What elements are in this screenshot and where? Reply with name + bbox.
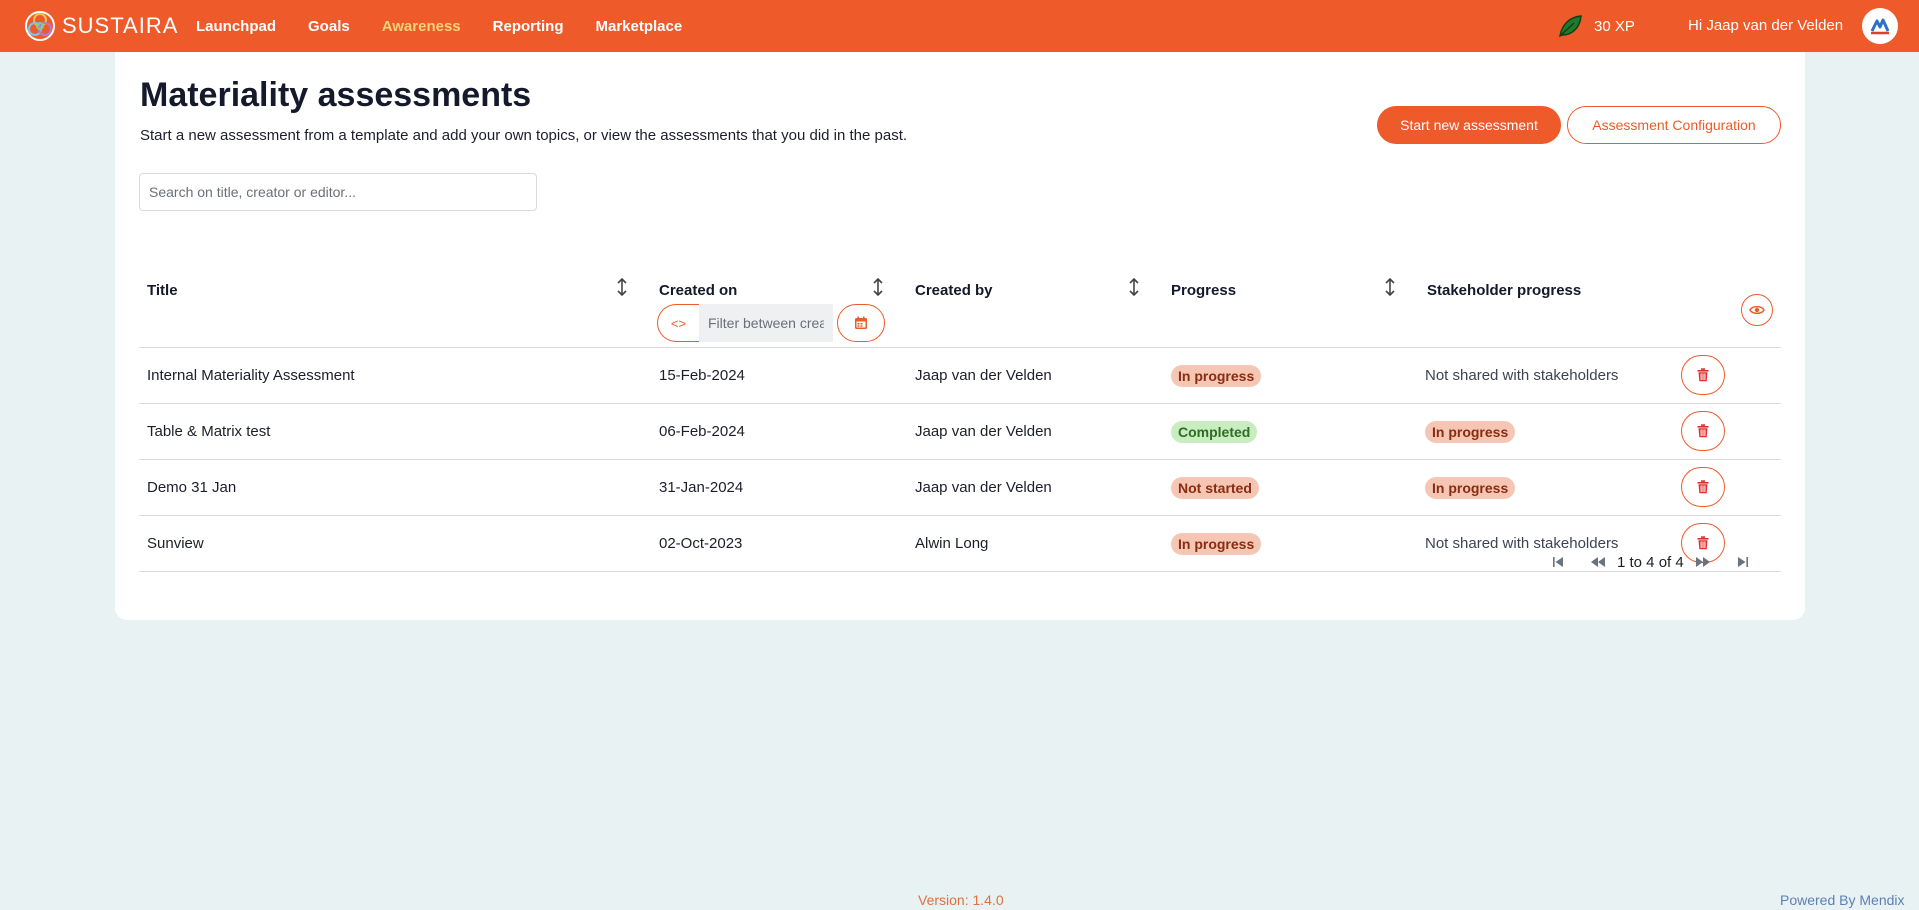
nav-item-awareness[interactable]: Awareness (382, 18, 461, 35)
assessment-configuration-button[interactable]: Assessment Configuration (1567, 106, 1781, 144)
sort-icon[interactable] (1385, 278, 1395, 296)
delete-button[interactable] (1681, 355, 1725, 395)
brand-name: SUSTAIRA (62, 13, 179, 38)
filter-type-toggle[interactable]: <> (657, 304, 699, 342)
date-range-filter: <> (657, 303, 885, 343)
first-page-button[interactable] (1547, 551, 1569, 573)
avatar[interactable] (1862, 8, 1898, 44)
column-header-created-on[interactable]: Created on (659, 282, 737, 299)
table-row[interactable]: Sunview 02-Oct-2023 Alwin Long In progre… (139, 516, 1781, 572)
progress-badge: Not started (1171, 477, 1259, 499)
nav-item-goals[interactable]: Goals (308, 18, 350, 35)
sustaira-logo-icon (25, 11, 55, 41)
xp-value: 30 XP (1594, 17, 1635, 35)
cell-created-on: 06-Feb-2024 (659, 423, 745, 440)
first-page-icon (1553, 557, 1563, 567)
sort-icon[interactable] (617, 278, 627, 296)
table-row[interactable]: Internal Materiality Assessment 15-Feb-2… (139, 348, 1781, 404)
brand[interactable]: SUSTAIRA (24, 10, 178, 42)
sort-icon[interactable] (873, 278, 883, 296)
version-label: Version: 1.4.0 (918, 892, 1004, 908)
user-greeting: Hi Jaap van der Velden (1688, 17, 1844, 34)
last-page-button[interactable] (1732, 551, 1754, 573)
cell-title: Sunview (147, 535, 204, 552)
progress-badge: In progress (1171, 533, 1262, 555)
table-row[interactable]: Table & Matrix test 06-Feb-2024 Jaap van… (139, 404, 1781, 460)
delete-button[interactable] (1681, 411, 1725, 451)
main-nav: Launchpad Goals Awareness Reporting Mark… (196, 0, 714, 52)
cell-title: Table & Matrix test (147, 423, 271, 440)
nav-item-marketplace[interactable]: Marketplace (595, 18, 682, 35)
leaf-icon (1559, 15, 1582, 38)
next-page-button[interactable] (1692, 551, 1714, 573)
column-header-title[interactable]: Title (147, 282, 178, 299)
table-header: Title Created on <> Filter between creat… (139, 222, 1781, 348)
trash-icon (1697, 368, 1709, 382)
column-header-stakeholder-progress[interactable]: Stakeholder progress (1427, 282, 1581, 299)
calendar-button[interactable] (837, 304, 885, 342)
next-page-icon (1695, 557, 1710, 567)
cell-created-on: 31-Jan-2024 (659, 479, 744, 496)
powered-by-link[interactable]: Powered By Mendix (1780, 892, 1905, 908)
trash-icon (1697, 536, 1709, 550)
last-page-icon (1737, 557, 1748, 567)
progress-badge: In progress (1171, 365, 1262, 387)
user-avatar-icon (1866, 12, 1894, 40)
cell-created-by: Jaap van der Velden (915, 479, 1052, 496)
trash-icon (1697, 424, 1709, 438)
top-navigation-bar: SUSTAIRA Launchpad Goals Awareness Repor… (0, 0, 1919, 52)
pagination: 1 to 4 of 4 (1547, 550, 1754, 574)
page-info: 1 to 4 of 4 (1617, 553, 1684, 571)
xp-indicator[interactable]: 30 XP (1556, 12, 1635, 40)
cell-title: Internal Materiality Assessment (147, 367, 355, 384)
delete-button[interactable] (1681, 467, 1725, 507)
stakeholder-progress-badge: In progress (1425, 477, 1516, 499)
cell-created-by: Jaap van der Velden (915, 423, 1052, 440)
cell-created-by: Alwin Long (915, 535, 989, 552)
stakeholder-progress-badge: In progress (1425, 421, 1516, 443)
column-header-progress[interactable]: Progress (1171, 282, 1236, 299)
sort-icon[interactable] (1129, 278, 1139, 296)
date-filter-input[interactable] (699, 304, 833, 342)
calendar-icon (855, 316, 867, 329)
start-new-assessment-button[interactable]: Start new assessment (1377, 106, 1561, 144)
previous-page-icon (1591, 557, 1605, 567)
nav-item-reporting[interactable]: Reporting (493, 18, 564, 35)
page-description: Start a new assessment from a template a… (140, 127, 908, 144)
eye-icon (1749, 305, 1765, 315)
progress-badge: Completed (1171, 421, 1258, 443)
column-visibility-button[interactable] (1741, 294, 1773, 326)
trash-icon (1697, 480, 1709, 494)
nav-item-launchpad[interactable]: Launchpad (196, 18, 276, 35)
column-header-created-by[interactable]: Created by (915, 282, 993, 299)
assessments-card: Materiality assessments Start a new asse… (115, 52, 1805, 620)
cell-stakeholder-progress: Not shared with stakeholders (1425, 367, 1619, 384)
previous-page-button[interactable] (1587, 551, 1609, 573)
cell-created-on: 02-Oct-2023 (659, 535, 743, 552)
assessments-table: Title Created on <> Filter between creat… (139, 222, 1781, 572)
search-input[interactable] (139, 173, 537, 211)
page-title: Materiality assessments (140, 76, 532, 114)
cell-created-on: 15-Feb-2024 (659, 367, 745, 384)
cell-created-by: Jaap van der Velden (915, 367, 1052, 384)
table-row[interactable]: Demo 31 Jan 31-Jan-2024 Jaap van der Vel… (139, 460, 1781, 516)
cell-title: Demo 31 Jan (147, 479, 237, 496)
